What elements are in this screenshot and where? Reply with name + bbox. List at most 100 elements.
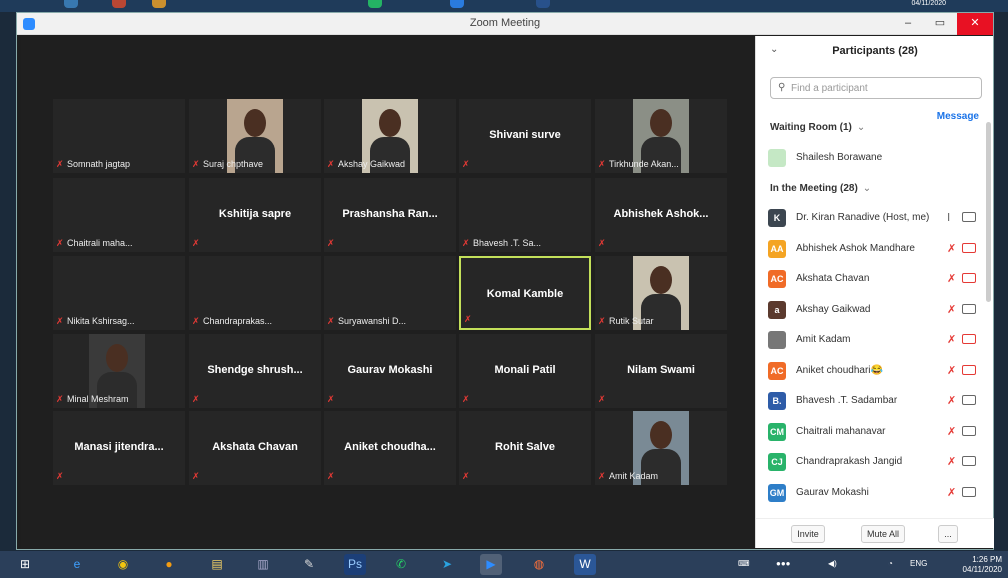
participant-tile[interactable]: Kshitija sapre ✗ [189, 178, 321, 252]
participant-tile[interactable]: ✗ Chaitrali maha... [53, 178, 185, 252]
participant-tile[interactable]: Akshata Chavan ✗ [189, 411, 321, 485]
avatar: B. [768, 392, 786, 410]
participant-tile[interactable]: ✗ Minal Meshram [53, 334, 185, 408]
clock[interactable]: 1:26 PM 04/11/2020 [963, 555, 1002, 575]
more-button[interactable]: ... [938, 525, 958, 543]
firefox-icon[interactable]: ◍ [528, 554, 550, 575]
panel-scrollbar[interactable] [986, 122, 991, 302]
participant-tile[interactable]: ✗ Bhavesh .T. Sa... [459, 178, 591, 252]
camera-off-icon[interactable] [962, 364, 976, 375]
language-indicator[interactable]: ENG [910, 559, 927, 568]
participant-row[interactable]: GM Gaurav Mokashi ✗ [756, 482, 986, 506]
notepad-icon[interactable]: ▥ [252, 554, 274, 575]
participant-row[interactable]: a Akshay Gaikwad ✗ [756, 299, 986, 323]
participant-tile[interactable]: ✗ Chandraprakas... [189, 256, 321, 330]
chrome-icon[interactable]: ◉ [112, 554, 134, 575]
avatar: AC [768, 361, 786, 380]
participant-tile[interactable]: Monali Patil ✗ [459, 334, 591, 408]
muted-mic-icon[interactable]: ✗ [947, 394, 956, 407]
avatar: a [768, 300, 786, 319]
participant-tile[interactable]: ✗ Nikita Kshirsag... [53, 256, 185, 330]
participant-row[interactable]: Amit Kadam ✗ [756, 329, 986, 353]
camera-off-icon[interactable] [962, 242, 976, 253]
maximize-button[interactable]: ▭ [927, 13, 953, 35]
participant-search[interactable]: ⚲ [770, 77, 982, 99]
camera-icon[interactable] [962, 486, 976, 497]
muted-mic-icon[interactable]: ✗ [947, 364, 956, 377]
participant-tile[interactable]: Nilam Swami ✗ [595, 334, 727, 408]
folder-icon[interactable]: ▤ [206, 554, 228, 575]
participant-row[interactable]: K Dr. Kiran Ranadive (Host, me) Ⅰ [756, 207, 986, 231]
waiting-participant-row[interactable]: Shailesh Borawane [756, 147, 986, 171]
camera-icon[interactable] [962, 425, 976, 436]
ie-icon[interactable]: e [66, 554, 88, 575]
avatar: AA [768, 239, 786, 258]
panel-title: Participants (28) [832, 45, 918, 57]
participant-tile[interactable]: ✗ Tirkhunde Akan... [595, 99, 727, 173]
participant-tile[interactable]: ✗ Suraj chpthave [189, 99, 321, 173]
participant-tile[interactable]: ✗ Amit Kadam [595, 411, 727, 485]
in-meeting-header[interactable]: In the Meeting (28) ⌄ [770, 183, 871, 194]
participant-row[interactable]: CJ Chandraprakash Jangid ✗ [756, 451, 986, 475]
invite-button[interactable]: Invite [791, 525, 825, 543]
message-button[interactable]: Message [937, 111, 979, 122]
participant-tile[interactable]: Rohit Salve ✗ [459, 411, 591, 485]
minimize-button[interactable]: – [895, 13, 921, 35]
participant-tile[interactable]: Prashansha Ran... ✗ [324, 178, 456, 252]
muted-mic-icon[interactable]: ✗ [947, 333, 956, 346]
participant-name: Shendge shrush... [207, 364, 303, 376]
app-icon[interactable]: ● [158, 554, 180, 575]
waiting-room-header[interactable]: Waiting Room (1) ⌄ [770, 122, 865, 133]
participant-tile[interactable]: ✗ Rutik Sutar [595, 256, 727, 330]
participant-row[interactable]: AC Aniket choudhari😂 ✗ [756, 360, 986, 384]
whatsapp-icon[interactable]: ✆ [390, 554, 412, 575]
photoshop-icon[interactable]: Ps [344, 554, 366, 575]
camera-off-icon[interactable] [962, 273, 976, 283]
participant-tile[interactable]: Aniket choudha... ✗ [324, 411, 456, 485]
participant-tile[interactable]: Komal Kamble ✗ [459, 256, 591, 330]
participant-tile[interactable]: Shendge shrush... ✗ [189, 334, 321, 408]
muted-mic-icon[interactable]: ✗ [947, 303, 956, 316]
word-icon[interactable]: W [574, 554, 596, 575]
participant-name: Komal Kamble [486, 288, 564, 300]
participant-row[interactable]: AA Abhishek Ashok Mandhare ✗ [756, 238, 986, 262]
zoom-taskbar-icon[interactable]: ▶ [480, 554, 502, 575]
tray-icon[interactable]: ●●● [776, 559, 791, 568]
participant-tile[interactable]: Manasi jitendra... ✗ [53, 411, 185, 485]
muted-mic-icon[interactable]: ✗ [947, 486, 956, 499]
telegram-icon[interactable]: ➤ [436, 554, 458, 575]
participant-row[interactable]: B. Bhavesh .T. Sadambar ✗ [756, 390, 986, 414]
participant-name: Aniket choudha... [344, 441, 436, 453]
participant-row[interactable]: AC Akshata Chavan ✗ [756, 268, 986, 292]
participant-tile[interactable]: ✗ Suryawanshi D... [324, 256, 456, 330]
mic-icon[interactable]: Ⅰ [947, 211, 950, 224]
muted-mic-icon: ✗ [598, 159, 606, 169]
windows-start-icon[interactable]: ⊞ [14, 554, 36, 575]
camera-icon[interactable] [962, 212, 976, 222]
muted-mic-icon[interactable]: ✗ [947, 242, 956, 255]
camera-icon[interactable] [962, 395, 976, 405]
camera-icon[interactable] [962, 303, 976, 314]
participant-caption: Chaitrali maha... [67, 238, 133, 248]
close-button[interactable]: ✕ [957, 13, 993, 35]
paint-icon[interactable]: ✎ [298, 554, 320, 575]
participant-tile[interactable]: Shivani surve ✗ [459, 99, 591, 173]
keyboard-icon[interactable]: ⌨ [738, 559, 750, 568]
person-head [650, 266, 672, 294]
muted-mic-icon[interactable]: ✗ [947, 425, 956, 438]
search-input[interactable] [791, 80, 977, 96]
muted-mic-icon[interactable]: ✗ [947, 272, 956, 285]
camera-off-icon[interactable] [962, 334, 976, 344]
participant-name: Abhishek Ashok... [613, 208, 709, 220]
wifi-icon[interactable]: ◔ [888, 559, 893, 568]
camera-icon[interactable] [962, 456, 976, 466]
participant-tile[interactable]: Gaurav Mokashi ✗ [324, 334, 456, 408]
volume-icon[interactable]: ◀) [828, 559, 837, 568]
mute-all-button[interactable]: Mute All [861, 525, 905, 543]
participant-row[interactable]: CM Chaitrali mahanavar ✗ [756, 421, 986, 445]
muted-mic-icon[interactable]: ✗ [947, 455, 956, 468]
participant-tile[interactable]: Abhishek Ashok... ✗ [595, 178, 727, 252]
participant-caption: Suraj chpthave [203, 159, 264, 169]
participant-tile[interactable]: ✗ Somnath jagtap [53, 99, 185, 173]
participant-tile[interactable]: ✗ Akshay Gaikwad [324, 99, 456, 173]
